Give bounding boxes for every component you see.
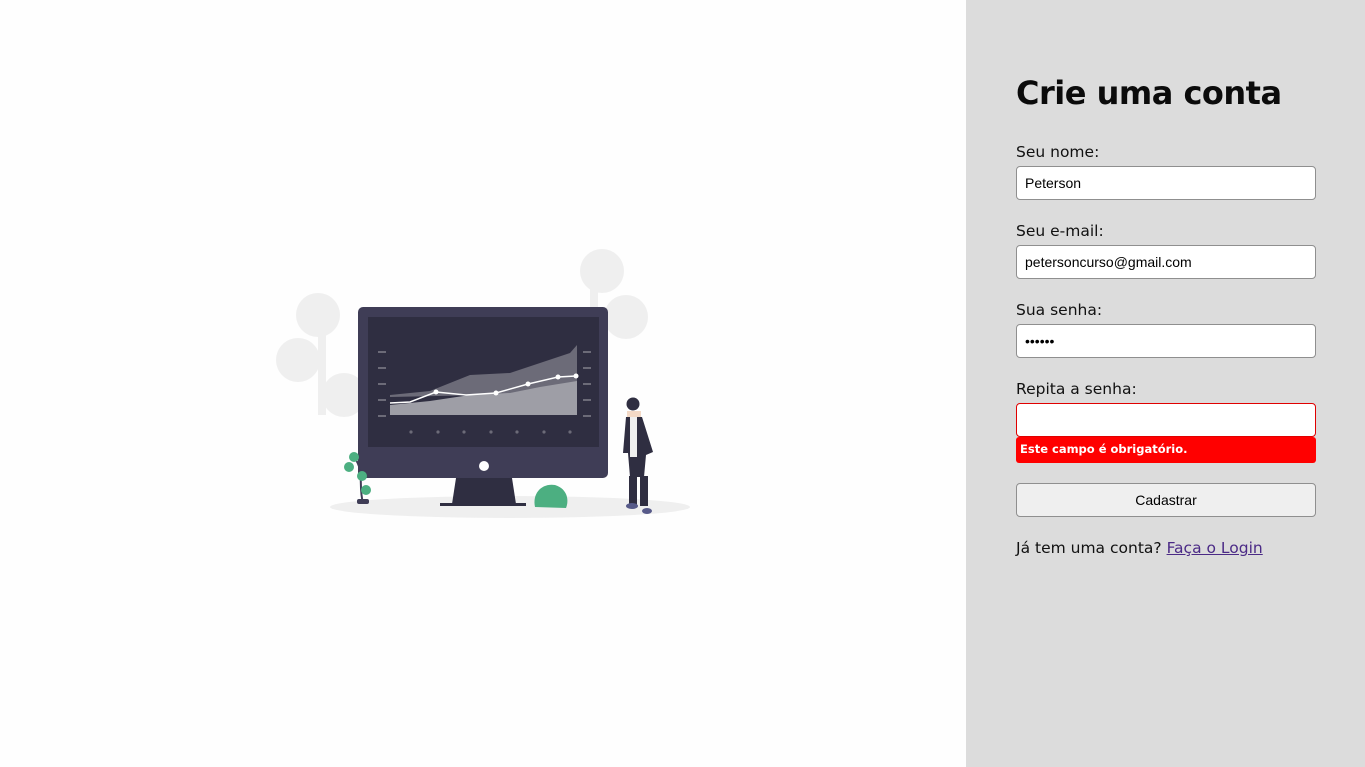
- name-input[interactable]: [1016, 166, 1316, 200]
- password-label: Sua senha:: [1016, 301, 1103, 319]
- form-title: Crie uma conta: [1016, 74, 1282, 112]
- password-input[interactable]: [1016, 324, 1316, 358]
- repeat-password-input[interactable]: [1016, 403, 1316, 437]
- email-input[interactable]: [1016, 245, 1316, 279]
- login-prompt-row: Já tem uma conta? Faça o Login: [1016, 539, 1263, 557]
- login-link[interactable]: Faça o Login: [1167, 539, 1263, 557]
- submit-button[interactable]: Cadastrar: [1016, 483, 1316, 517]
- illustration-panel: [0, 0, 966, 767]
- name-label: Seu nome:: [1016, 143, 1100, 161]
- login-prompt-text: Já tem uma conta?: [1016, 539, 1162, 557]
- required-error-message: Este campo é obrigatório.: [1016, 437, 1316, 463]
- email-label: Seu e-mail:: [1016, 222, 1104, 240]
- signup-panel: Crie uma conta Seu nome: Seu e-mail: Sua…: [966, 0, 1365, 767]
- repeat-password-label: Repita a senha:: [1016, 380, 1137, 398]
- analytics-dashboard-illustration: [276, 249, 690, 518]
